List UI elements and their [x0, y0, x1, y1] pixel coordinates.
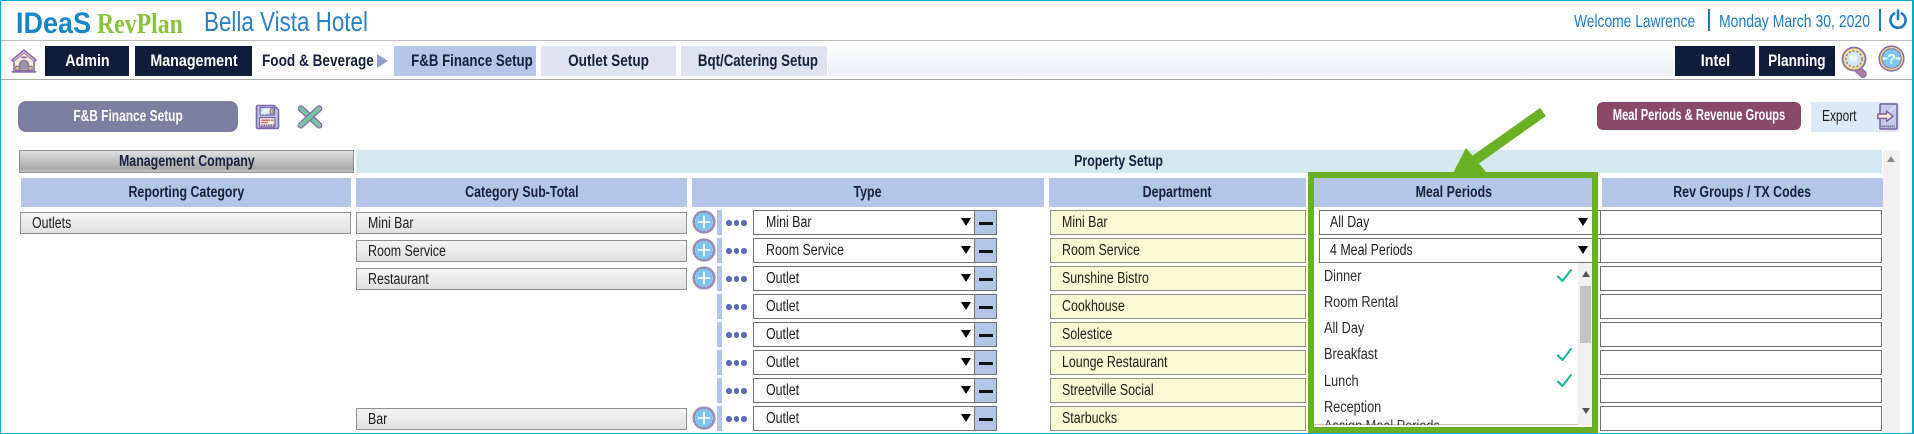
svg-text:?: ?	[1887, 51, 1896, 67]
